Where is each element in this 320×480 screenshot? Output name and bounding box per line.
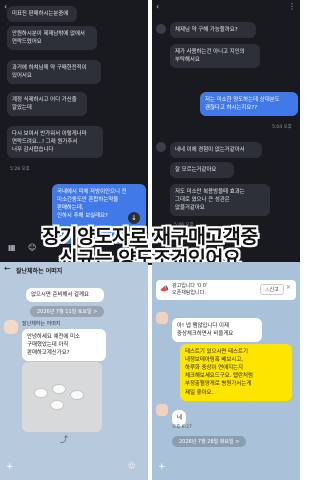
message-bubble: 안원하시분이 제재남밖에 없에서 연락드렸어요: [7, 26, 97, 51]
message-bubble: 다시 보여서 반가워서 이렇게나마 연락드려요...! 그래 뭔가추서 너무 감…: [7, 126, 103, 159]
message-bubble: 과거에 하쳐님께 약 구매한전적이 있어서요: [7, 60, 101, 85]
emoji-icon[interactable]: ☺: [128, 462, 135, 470]
avatar: [156, 142, 166, 152]
message-bubble: 안녕하세요 예전에 미소 구매했었는데 아직 판매하고계신가요?: [22, 329, 106, 362]
message-bubble: 잘 모르는거같아요: [170, 162, 234, 179]
message-time: 오후 6:27: [172, 425, 192, 430]
message-time: 5:04 오후: [272, 125, 292, 130]
message-bubble: 계정 식제하시고 어디 가신줄 알았는데: [7, 92, 87, 117]
pill-photo[interactable]: [22, 362, 102, 432]
chat-header: ← 잘난체하는 어떠지: [0, 262, 148, 276]
chat-panel-bottom-right: 📣 광고입니다 '0 0' 오픈채팅입니다. ⚠신고 ✕ 아! 넵 팸않입니다 …: [152, 262, 300, 480]
message-bubble: 테스트기 있으시면 테스트기 내정보테아링혹 베보시고, 하루화 중상이 연애지…: [180, 344, 292, 401]
share-icon[interactable]: ⤴: [60, 434, 68, 445]
chat-title: 잘난체하는 어떠지: [16, 268, 63, 275]
sender-name: 잘난체하는 어떠지: [22, 321, 61, 327]
notice-banner: 📣 광고입니다 '0 0' 오픈채팅입니다. ⚠신고 ✕: [156, 280, 296, 300]
back-arrow-icon[interactable]: ←: [4, 264, 11, 273]
message-bubble: 채제님 약 구해 가능할까요?: [170, 22, 256, 39]
add-icon[interactable]: +: [6, 462, 14, 472]
back-arrow-icon[interactable]: ‹: [156, 3, 159, 11]
date-divider: 2026년 7월 28일 화요일 >: [172, 436, 247, 447]
more-options-icon[interactable]: ⋮: [288, 3, 296, 11]
report-button[interactable]: ⚠신고: [260, 284, 284, 295]
add-icon[interactable]: +: [158, 462, 166, 472]
avatar: [156, 404, 168, 416]
message-bubble: 제가 사용하는건 아니고 지인의 부탁해서요: [170, 44, 260, 69]
reply-bubble: 저는 미소한 양도하는데 상대분도 괜찮다고 하시는지요??: [200, 92, 298, 117]
date-divider: 2026년 7월 11일 토요일 >: [30, 306, 105, 317]
message-bubble: 저도 미소만 복용방을때 효과는 그대로 였으나 큰 성관은 없을거같아요: [170, 184, 270, 217]
avatar: [4, 320, 18, 334]
megaphone-icon: 📣: [160, 285, 169, 293]
chat-panel-bottom-left: ← 잘난체하는 어떠지 없으시면 준비해서 갈께요 2026년 7월 11일 토…: [0, 262, 148, 480]
notice-text: 광고입니다 '0 0' 오픈채팅입니다.: [172, 283, 208, 296]
message-bubble: 없으시면 준비해서 갈께요: [26, 288, 104, 303]
avatar: [156, 312, 168, 324]
message-time: 5:28 오후: [10, 167, 30, 172]
message-bubble: 아! 넵 팸않입니다 이제 중상체크하면서 비울게요: [172, 318, 262, 343]
message-bubble: 네네 이에 경험이 없는거같아서: [170, 142, 262, 159]
report-button-label: 신고: [269, 287, 279, 293]
message-bubble: 미표진 판매하시는분중에: [7, 6, 77, 23]
close-icon[interactable]: ✕: [286, 284, 291, 291]
avatar: [156, 24, 166, 34]
